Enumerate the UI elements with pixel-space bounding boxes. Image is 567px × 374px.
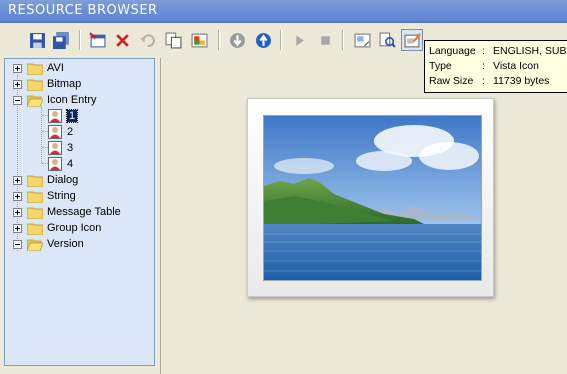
tooltip-value: ENGLISH, SUB (493, 45, 567, 57)
stop-icon (320, 35, 330, 45)
collapse-icon[interactable] (13, 95, 22, 105)
icon-preview-frame (247, 98, 494, 297)
open-folder-icon (27, 238, 43, 251)
tree-item-group-icon[interactable]: Group Icon (13, 220, 101, 236)
icon-resource-icon (48, 109, 62, 123)
collapse-icon[interactable] (13, 239, 22, 249)
tooltip-separator: : (482, 45, 485, 57)
tooltip-key: Raw Size (429, 75, 474, 87)
tree-item-label: Version (47, 238, 84, 250)
tooltip-value: Vista Icon (493, 60, 539, 72)
preview-panel (160, 58, 567, 374)
tree-item-label: Icon Entry (47, 94, 97, 106)
tree-item-label: AVI (47, 62, 64, 74)
copy-button[interactable] (162, 29, 184, 51)
info-button[interactable] (401, 29, 423, 51)
tree-item-label: Dialog (47, 174, 79, 186)
undo-button[interactable] (136, 29, 158, 51)
tree-item-label: String (47, 190, 76, 202)
find-icon (379, 32, 396, 48)
tooltip-key: Type (429, 60, 452, 72)
title-bar: RESOURCE BROWSER (0, 0, 567, 23)
tree-item-bitmap[interactable]: Bitmap (13, 76, 81, 92)
toolbar-separator (280, 30, 282, 50)
folder-icon (27, 222, 43, 235)
tree-item-label: 3 (67, 142, 74, 154)
properties-icon (191, 33, 207, 47)
landscape-image (264, 116, 481, 280)
tree-item-label: 4 (67, 158, 74, 170)
view-button[interactable] (351, 29, 373, 51)
tree-item-icon-3[interactable]: 3 (48, 140, 73, 156)
save-icon (29, 32, 45, 48)
stop-button[interactable] (314, 29, 336, 51)
delete-icon (115, 33, 129, 47)
resource-tree[interactable]: AVI Bitmap Icon Entry 1 2 3 4 Dialog Str… (4, 58, 155, 366)
view-icon (354, 33, 370, 47)
info-icon (404, 32, 421, 47)
tree-item-icon-4[interactable]: 4 (48, 156, 73, 172)
tree-item-message-table[interactable]: Message Table (13, 204, 121, 220)
tree-item-label: Message Table (47, 206, 121, 218)
icon-resource-icon (48, 157, 62, 171)
icon-preview-image (263, 115, 482, 281)
tree-item-dialog[interactable]: Dialog (13, 172, 78, 188)
window-title: RESOURCE BROWSER (8, 3, 158, 18)
new-resource-button[interactable] (86, 29, 108, 51)
folder-icon (27, 206, 43, 219)
play-icon (295, 34, 304, 46)
tree-item-icon-2[interactable]: 2 (48, 124, 73, 140)
toolbar-separator (79, 30, 81, 50)
toolbar-separator (218, 30, 220, 50)
expand-icon[interactable] (13, 223, 22, 233)
tooltip-key: Language (429, 45, 476, 57)
tree-item-label: Group Icon (47, 222, 102, 234)
expand-icon[interactable] (13, 79, 22, 89)
delete-button[interactable] (111, 29, 133, 51)
tree-item-label: 1 (65, 109, 79, 123)
tree-item-string[interactable]: String (13, 188, 76, 204)
play-button[interactable] (288, 29, 310, 51)
download-button[interactable] (226, 29, 248, 51)
tooltip-separator: : (482, 75, 485, 87)
upload-button[interactable] (252, 29, 274, 51)
expand-icon[interactable] (13, 63, 22, 73)
save-all-button[interactable] (50, 29, 72, 51)
properties-button[interactable] (188, 29, 210, 51)
folder-icon (27, 78, 43, 91)
tooltip-row-type: Type : Vista Icon (429, 59, 567, 74)
expand-icon[interactable] (13, 175, 22, 185)
download-icon (229, 32, 245, 48)
tree-item-version[interactable]: Version (13, 236, 84, 252)
icon-resource-icon (48, 125, 62, 139)
resource-info-tooltip: Language : ENGLISH, SUB Type : Vista Ico… (424, 40, 567, 93)
new-resource-icon (88, 31, 105, 47)
upload-icon (255, 32, 271, 48)
toolbar-separator (342, 30, 344, 50)
tooltip-value: 11739 bytes (493, 75, 550, 87)
save-all-icon (52, 31, 69, 49)
tooltip-row-language: Language : ENGLISH, SUB (429, 44, 567, 59)
tree-item-icon-entry[interactable]: Icon Entry (13, 92, 97, 108)
find-button[interactable] (376, 29, 398, 51)
folder-icon (27, 190, 43, 203)
copy-icon (165, 32, 181, 48)
expand-icon[interactable] (13, 191, 22, 201)
tree-item-avi[interactable]: AVI (13, 60, 64, 76)
tooltip-separator: : (482, 60, 485, 72)
open-folder-icon (27, 94, 43, 107)
icon-resource-icon (48, 141, 62, 155)
tree-item-label: Bitmap (47, 78, 82, 90)
expand-icon[interactable] (13, 207, 22, 217)
tree-item-icon-1[interactable]: 1 (48, 108, 79, 124)
tooltip-row-raw-size: Raw Size : 11739 bytes (429, 74, 567, 89)
save-button[interactable] (26, 29, 48, 51)
tree-item-label: 2 (67, 126, 74, 138)
folder-icon (27, 62, 43, 75)
undo-icon (139, 33, 155, 47)
folder-icon (27, 174, 43, 187)
